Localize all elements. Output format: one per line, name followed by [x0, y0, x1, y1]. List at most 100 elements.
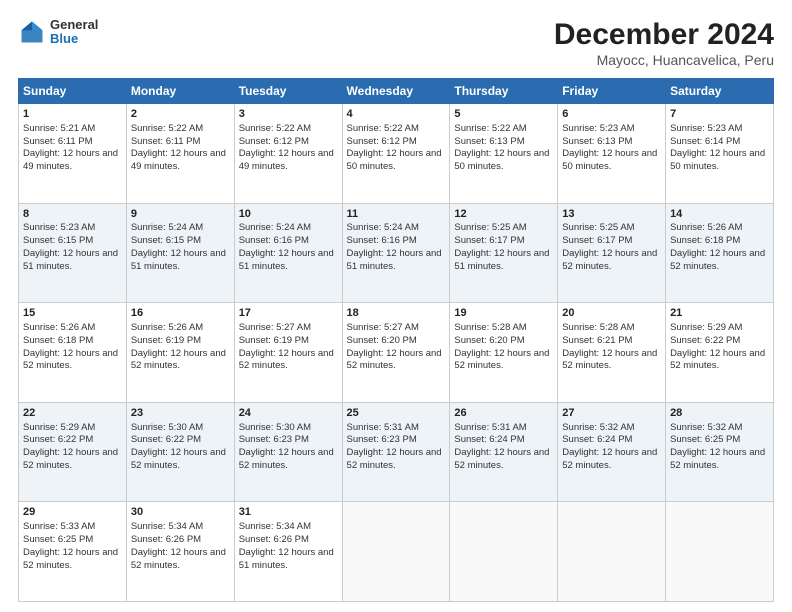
sunset-label: Sunset: 6:19 PM	[131, 335, 201, 346]
daylight-label: Daylight: 12 hours and 51 minutes.	[347, 248, 442, 272]
page: General Blue December 2024 Mayocc, Huanc…	[0, 0, 792, 612]
sunset-label: Sunset: 6:22 PM	[23, 434, 93, 445]
sunrise-label: Sunrise: 5:24 AM	[347, 222, 419, 233]
sunset-label: Sunset: 6:25 PM	[670, 434, 740, 445]
day-number: 29	[23, 505, 122, 520]
sunrise-label: Sunrise: 5:27 AM	[239, 322, 311, 333]
sunset-label: Sunset: 6:12 PM	[239, 136, 309, 147]
day-number: 18	[347, 306, 446, 321]
sunset-label: Sunset: 6:20 PM	[454, 335, 524, 346]
sunrise-label: Sunrise: 5:25 AM	[562, 222, 634, 233]
sunset-label: Sunset: 6:15 PM	[131, 235, 201, 246]
sunrise-label: Sunrise: 5:34 AM	[131, 521, 203, 532]
sunset-label: Sunset: 6:18 PM	[670, 235, 740, 246]
calendar-cell: 13Sunrise: 5:25 AMSunset: 6:17 PMDayligh…	[558, 203, 666, 303]
sunrise-label: Sunrise: 5:33 AM	[23, 521, 95, 532]
calendar-cell: 22Sunrise: 5:29 AMSunset: 6:22 PMDayligh…	[19, 402, 127, 502]
sunrise-label: Sunrise: 5:28 AM	[562, 322, 634, 333]
daylight-label: Daylight: 12 hours and 52 minutes.	[454, 447, 549, 471]
day-number: 12	[454, 207, 553, 222]
calendar-cell: 3Sunrise: 5:22 AMSunset: 6:12 PMDaylight…	[234, 104, 342, 204]
sunrise-label: Sunrise: 5:29 AM	[670, 322, 742, 333]
daylight-label: Daylight: 12 hours and 49 minutes.	[23, 148, 118, 172]
sunset-label: Sunset: 6:16 PM	[239, 235, 309, 246]
daylight-label: Daylight: 12 hours and 52 minutes.	[562, 248, 657, 272]
daylight-label: Daylight: 12 hours and 49 minutes.	[131, 148, 226, 172]
sunrise-label: Sunrise: 5:28 AM	[454, 322, 526, 333]
sunset-label: Sunset: 6:22 PM	[670, 335, 740, 346]
sunrise-label: Sunrise: 5:24 AM	[239, 222, 311, 233]
day-number: 4	[347, 107, 446, 122]
daylight-label: Daylight: 12 hours and 52 minutes.	[239, 447, 334, 471]
day-number: 2	[131, 107, 230, 122]
daylight-label: Daylight: 12 hours and 52 minutes.	[239, 348, 334, 372]
sunset-label: Sunset: 6:18 PM	[23, 335, 93, 346]
calendar-cell: 17Sunrise: 5:27 AMSunset: 6:19 PMDayligh…	[234, 303, 342, 403]
sunset-label: Sunset: 6:26 PM	[131, 534, 201, 545]
sunset-label: Sunset: 6:15 PM	[23, 235, 93, 246]
daylight-label: Daylight: 12 hours and 52 minutes.	[347, 447, 442, 471]
sunset-label: Sunset: 6:11 PM	[131, 136, 201, 147]
daylight-label: Daylight: 12 hours and 51 minutes.	[131, 248, 226, 272]
daylight-label: Daylight: 12 hours and 52 minutes.	[562, 348, 657, 372]
daylight-label: Daylight: 12 hours and 52 minutes.	[670, 248, 765, 272]
calendar-cell: 12Sunrise: 5:25 AMSunset: 6:17 PMDayligh…	[450, 203, 558, 303]
daylight-label: Daylight: 12 hours and 52 minutes.	[347, 348, 442, 372]
sub-title: Mayocc, Huancavelica, Peru	[554, 52, 774, 68]
day-number: 25	[347, 406, 446, 421]
calendar-cell: 2Sunrise: 5:22 AM Sunset: 6:11 PMDaylight…	[126, 104, 234, 204]
calendar-cell: 25Sunrise: 5:31 AMSunset: 6:23 PM Dayligh…	[342, 402, 450, 502]
header-thursday: Thursday	[450, 79, 558, 104]
sunset-label: Sunset: 6:19 PM	[239, 335, 309, 346]
day-number: 23	[131, 406, 230, 421]
sunrise-label: Sunrise: 5:23 AM	[670, 123, 742, 134]
sunrise-label: Sunrise: 5:22 AM	[131, 123, 203, 134]
day-number: 7	[670, 107, 769, 122]
sunset-label: Sunset: 6:23 PM	[347, 434, 417, 445]
sunset-label: Sunset: 6:13 PM	[454, 136, 524, 147]
header-monday: Monday	[126, 79, 234, 104]
calendar-cell	[558, 502, 666, 602]
sunset-label: Sunset: 6:22 PM	[131, 434, 201, 445]
sunset-label: Sunset: 6:24 PM	[562, 434, 632, 445]
calendar-cell: 21Sunrise: 5:29 AMSunset: 6:22 PMDayligh…	[666, 303, 774, 403]
sunrise-label: Sunrise: 5:32 AM	[562, 422, 634, 433]
calendar-cell: 6Sunrise: 5:23 AMSunset: 6:13 PMDaylight…	[558, 104, 666, 204]
daylight-label: Daylight: 12 hours and 51 minutes.	[454, 248, 549, 272]
calendar-cell: 4Sunrise: 5:22 AMSunset: 6:12 PMDaylight…	[342, 104, 450, 204]
sunrise-label: Sunrise: 5:22 AM	[347, 123, 419, 134]
day-number: 27	[562, 406, 661, 421]
day-number: 22	[23, 406, 122, 421]
calendar-cell: 23Sunrise: 5:30 AMSunset: 6:22 PM Dayligh…	[126, 402, 234, 502]
daylight-label: Daylight: 12 hours and 52 minutes.	[131, 547, 226, 571]
calendar-cell: 31Sunrise: 5:34 AMSunset: 6:26 PMDayligh…	[234, 502, 342, 602]
sunrise-label: Sunrise: 5:30 AM	[131, 422, 203, 433]
daylight-label: Daylight: 12 hours and 52 minutes.	[131, 447, 226, 471]
header-friday: Friday	[558, 79, 666, 104]
sunrise-label: Sunrise: 5:27 AM	[347, 322, 419, 333]
calendar-cell: 30Sunrise: 5:34 AMSunset: 6:26 PMDayligh…	[126, 502, 234, 602]
sunset-label: Sunset: 6:21 PM	[562, 335, 632, 346]
day-number: 20	[562, 306, 661, 321]
sunset-label: Sunset: 6:20 PM	[347, 335, 417, 346]
sunrise-label: Sunrise: 5:31 AM	[454, 422, 526, 433]
daylight-label: Daylight: 12 hours and 52 minutes.	[23, 447, 118, 471]
sunrise-label: Sunrise: 5:23 AM	[23, 222, 95, 233]
header-wednesday: Wednesday	[342, 79, 450, 104]
day-number: 11	[347, 207, 446, 222]
day-number: 26	[454, 406, 553, 421]
day-number: 10	[239, 207, 338, 222]
calendar-cell: 19Sunrise: 5:28 AMSunset: 6:20 PMDayligh…	[450, 303, 558, 403]
daylight-label: Daylight: 12 hours and 52 minutes.	[131, 348, 226, 372]
sunrise-label: Sunrise: 5:31 AM	[347, 422, 419, 433]
day-number: 16	[131, 306, 230, 321]
calendar-cell: 16Sunrise: 5:26 AMSunset: 6:19 PMDayligh…	[126, 303, 234, 403]
daylight-label: Daylight: 12 hours and 52 minutes.	[454, 348, 549, 372]
sunset-label: Sunset: 6:23 PM	[239, 434, 309, 445]
calendar-cell: 20Sunrise: 5:28 AM Sunset: 6:21 PM Dayligh…	[558, 303, 666, 403]
calendar-cell: 5Sunrise: 5:22 AMSunset: 6:13 PMDaylight…	[450, 104, 558, 204]
sunrise-label: Sunrise: 5:23 AM	[562, 123, 634, 134]
sunrise-label: Sunrise: 5:21 AM	[23, 123, 95, 134]
logo-icon	[18, 18, 46, 46]
daylight-label: Daylight: 12 hours and 51 minutes.	[23, 248, 118, 272]
